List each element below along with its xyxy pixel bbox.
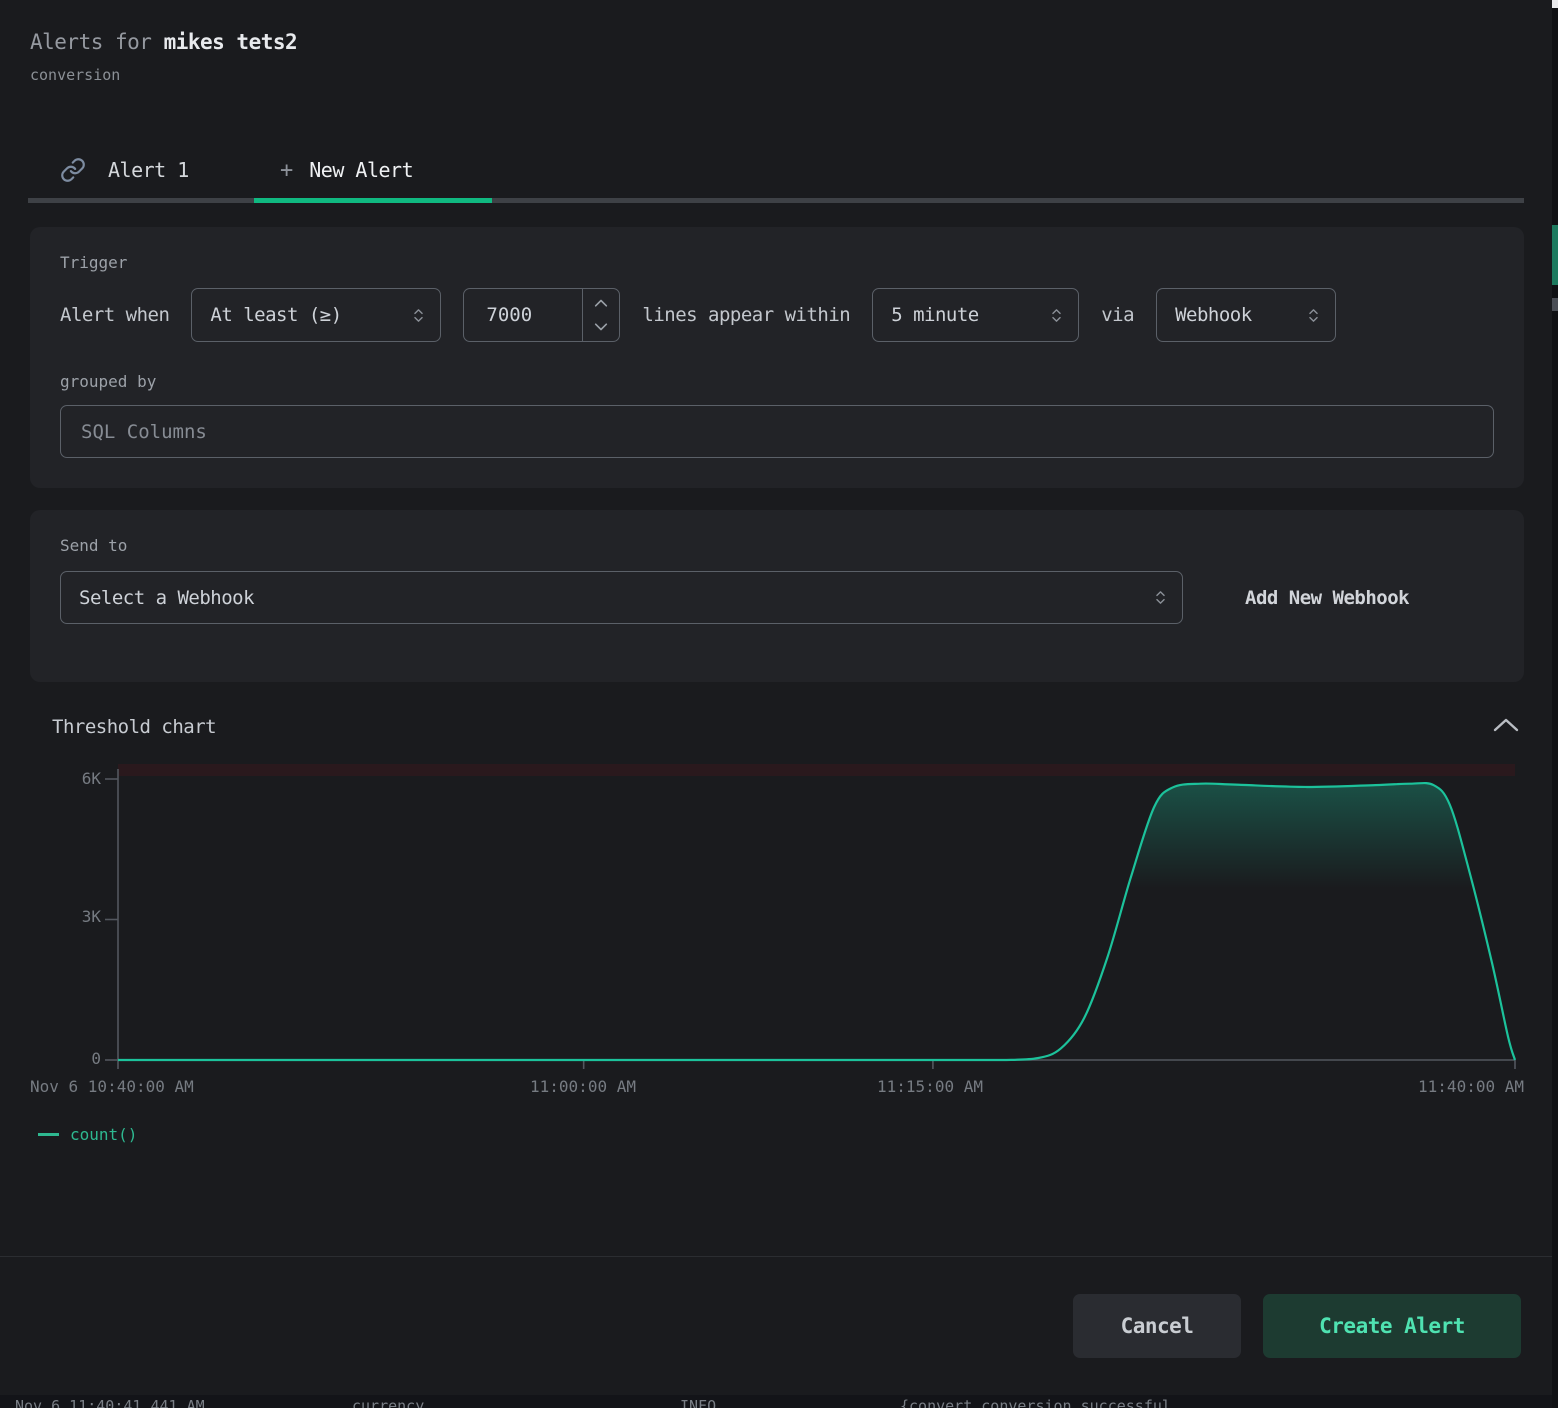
edge-gray-fragment [1552,298,1558,311]
plus-icon: + [280,158,293,183]
y-tick-6k: 6K [0,769,101,788]
modal-header: Alerts for mikes tets2 conversion [0,0,1558,84]
window-value: 5 minute [891,304,979,326]
threshold-number-input [463,288,620,342]
alert-modal: Alerts for mikes tets2 conversion Alert … [0,0,1558,1408]
log-timestamp: Nov 6 11:40:41.441 AM [15,1397,205,1408]
log-level: INFO [680,1397,716,1408]
chevrons-up-down-icon [410,307,427,324]
chevrons-up-down-icon [1152,589,1169,606]
threshold-value-field[interactable] [464,289,582,341]
trigger-section-label: Trigger [60,253,1494,272]
page-edge-strip [1552,0,1558,1408]
dataset-name: mikes tets2 [164,30,298,54]
y-tick-0: 0 [0,1049,101,1068]
x-axis-labels: Nov 6 10:40:00 AM 11:00:00 AM 11:15:00 A… [0,1077,1558,1103]
edge-white-fragment [1552,0,1558,8]
alert-when-text: Alert when [60,304,169,326]
x-tick-start: Nov 6 10:40:00 AM [30,1077,194,1096]
via-text: via [1101,304,1134,326]
page-title: Alerts for mikes tets2 [30,30,1558,54]
legend-item-count[interactable]: count() [38,1125,1558,1144]
window-select[interactable]: 5 minute [872,288,1079,342]
y-tick-3k: 3K [0,907,101,926]
lines-appear-text: lines appear within [642,304,850,326]
collapse-chart-button[interactable] [1490,714,1522,739]
chart-canvas [0,753,1558,1073]
active-tab-indicator [254,198,492,203]
comparator-select[interactable]: At least (≥) [191,288,441,342]
chevron-up-icon [1492,716,1520,734]
tab-underline [28,198,1524,203]
webhook-select[interactable]: Select a Webhook [60,571,1183,624]
webhook-select-placeholder: Select a Webhook [79,587,254,609]
alert-tabs: Alert 1 + New Alert [28,142,1558,198]
tab-alert-1[interactable]: Alert 1 [28,142,254,198]
edge-green-fragment [1552,225,1558,285]
background-log-row: Nov 6 11:40:41.441 AM currency INFO {con… [0,1395,1558,1408]
grouped-by-label: grouped by [60,372,1494,391]
modal-footer: Cancel Create Alert [0,1256,1558,1395]
x-tick-1115: 11:15:00 AM [877,1077,983,1096]
tab-alert-1-label: Alert 1 [108,158,189,182]
log-field: currency [352,1397,424,1408]
chart-header: Threshold chart [0,714,1558,739]
trigger-row: Alert when At least (≥) lines ap [60,288,1494,342]
page-subtitle: conversion [30,66,1558,84]
chart-title: Threshold chart [52,716,216,738]
legend-label: count() [70,1125,137,1144]
chevron-down-icon[interactable] [593,322,609,333]
x-tick-1100: 11:00:00 AM [530,1077,636,1096]
channel-select[interactable]: Webhook [1156,288,1336,342]
tab-new-alert[interactable]: + New Alert [254,142,492,198]
log-message: {convert conversion successful [900,1397,1171,1408]
send-to-label: Send to [60,536,1494,555]
number-stepper[interactable] [582,289,619,341]
chevrons-up-down-icon [1305,307,1322,324]
channel-value: Webhook [1175,304,1252,326]
threshold-chart-section: Threshold chart 6K 3K 0 Nov 6 10:40:00 A… [0,714,1558,1144]
legend-line-swatch [38,1133,59,1136]
send-to-panel: Send to Select a Webhook Add New Webhook [30,510,1524,682]
link-icon [60,157,86,183]
tab-new-alert-label: New Alert [309,158,413,182]
cancel-button[interactable]: Cancel [1073,1294,1241,1358]
threshold-chart: 6K 3K 0 [0,753,1558,1073]
send-to-row: Select a Webhook Add New Webhook [60,571,1494,624]
sql-columns-input[interactable] [60,405,1494,458]
x-tick-1140: 11:40:00 AM [1418,1077,1524,1096]
trigger-panel: Trigger Alert when At least (≥) [30,227,1524,488]
chevrons-up-down-icon [1048,307,1065,324]
create-alert-button[interactable]: Create Alert [1263,1294,1521,1358]
page-title-prefix: Alerts for [30,30,164,54]
add-new-webhook-button[interactable]: Add New Webhook [1245,587,1409,609]
comparator-value: At least (≥) [210,304,341,326]
chevron-up-icon[interactable] [593,297,609,308]
